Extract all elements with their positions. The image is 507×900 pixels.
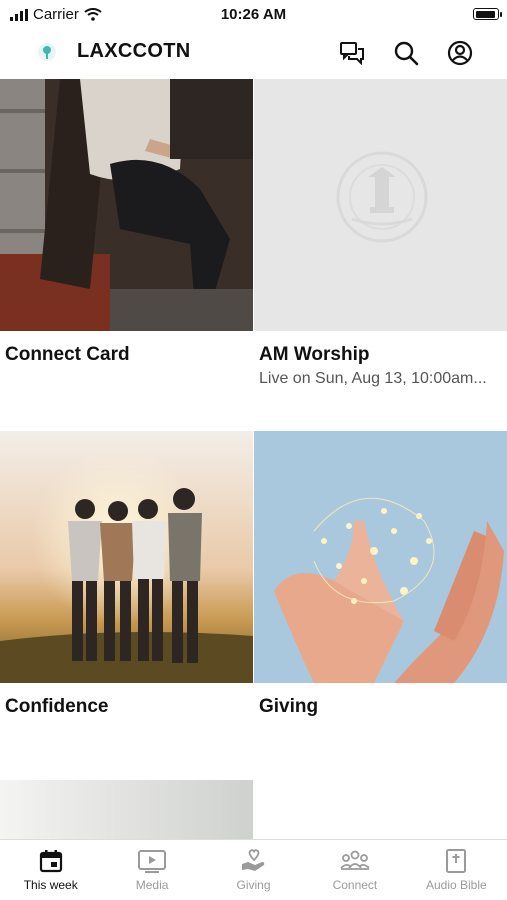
tile-title: Connect Card: [5, 344, 130, 365]
confidence-tile[interactable]: Confidence: [0, 431, 253, 718]
bottom-tab-bar: This week Media Giving Connect Audio Bib…: [0, 839, 507, 900]
account-icon: [447, 40, 473, 66]
tab-label: Audio Bible: [425, 878, 487, 892]
tile-title: Confidence: [5, 696, 109, 717]
next-tile[interactable]: [0, 780, 253, 840]
tab-media[interactable]: Media: [101, 840, 202, 900]
tab-connect[interactable]: Connect: [304, 840, 405, 900]
search-icon: [394, 41, 419, 66]
heart-hand-icon: [241, 849, 264, 871]
tab-label: Media: [135, 878, 169, 892]
tab-label: Connect: [332, 878, 378, 892]
status-time: 10:26 AM: [220, 6, 287, 23]
giving-image: [254, 431, 507, 683]
status-bar: Carrier 10:26 AM: [0, 0, 507, 30]
am-worship-tile[interactable]: AM Worship Live on Sun, Aug 13, 10:00am.…: [254, 79, 507, 388]
people-icon: [340, 850, 370, 870]
tab-audio-bible[interactable]: Audio Bible: [406, 840, 507, 900]
profile-button[interactable]: [445, 38, 475, 68]
search-button[interactable]: [391, 38, 421, 68]
church-logo-icon: [38, 43, 56, 61]
connect-card-tile[interactable]: Connect Card: [0, 79, 253, 366]
confidence-image: [0, 431, 253, 683]
app-header: LAXCCOTN: [0, 30, 507, 78]
connect-card-image: [0, 79, 253, 331]
calendar-icon: [39, 850, 62, 873]
tile-title: AM Worship: [259, 344, 370, 365]
messages-button[interactable]: [337, 38, 367, 68]
play-icon: [138, 850, 167, 873]
tab-this-week[interactable]: This week: [0, 840, 101, 900]
tile-subtitle: Live on Sun, Aug 13, 10:00am...: [259, 370, 487, 387]
battery-icon: [473, 8, 502, 20]
tab-label: This week: [23, 878, 78, 892]
tab-giving[interactable]: Giving: [203, 840, 304, 900]
am-worship-image: [254, 79, 507, 331]
bible-icon: [446, 849, 467, 873]
tile-title: Giving: [259, 696, 319, 717]
chat-icon: [340, 42, 364, 65]
next-tile-image: [0, 780, 253, 840]
tab-label: Giving: [236, 878, 271, 892]
app-title: LAXCCOTN: [77, 40, 191, 62]
giving-tile[interactable]: Giving: [254, 431, 507, 718]
